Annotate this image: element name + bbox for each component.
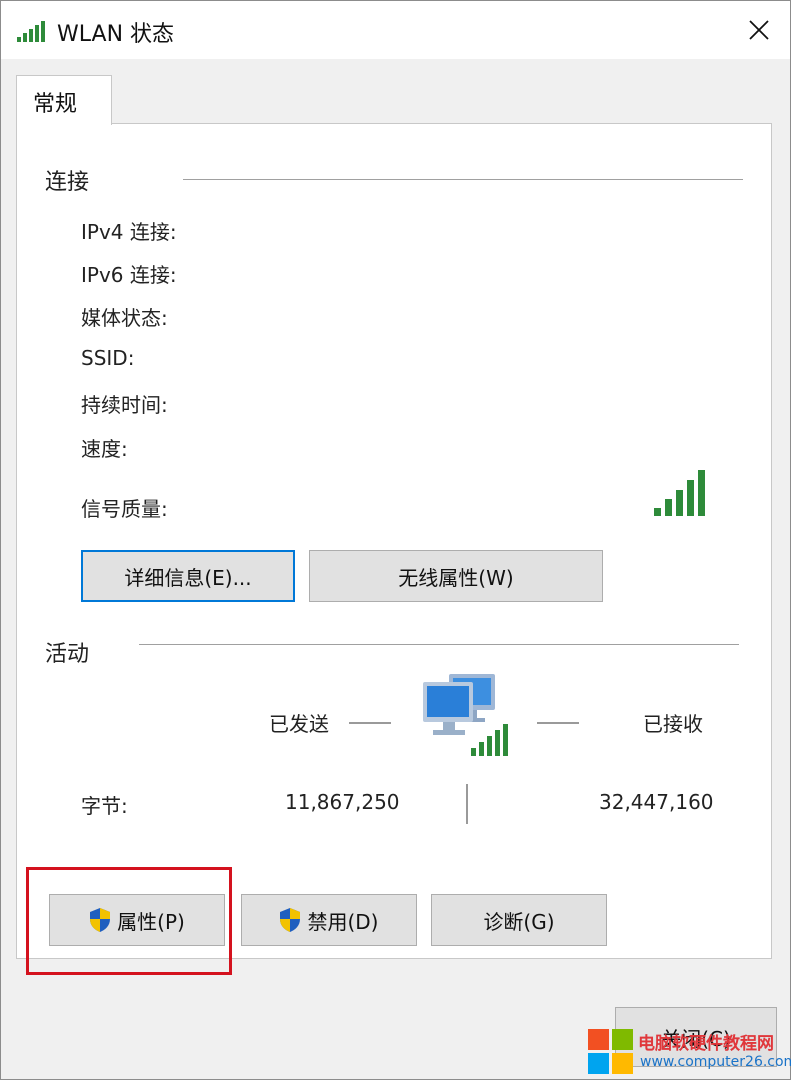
- disable-button[interactable]: 禁用(D): [241, 894, 417, 946]
- uac-shield-icon: [280, 908, 301, 932]
- disable-button-label: 禁用(D): [307, 909, 379, 934]
- diagnose-button[interactable]: 诊断(G): [431, 894, 607, 946]
- wifi-signal-icon: [17, 21, 45, 42]
- watermark: 电脑软硬件教程网 www.computer26.com: [588, 1023, 791, 1080]
- activity-divider: [139, 644, 739, 645]
- sent-label: 已发送: [269, 712, 329, 736]
- general-tab-panel: 连接 IPv4 连接: IPv6 连接: 媒体状态: SSID: 持续时间: 速…: [16, 123, 772, 959]
- signal-quality-label: 信号质量:: [81, 497, 168, 521]
- wireless-properties-button[interactable]: 无线属性(W): [309, 550, 603, 602]
- network-computers-icon: [423, 674, 508, 756]
- bytes-received-value: 32,447,160: [599, 790, 714, 814]
- bytes-label: 字节:: [81, 794, 128, 818]
- activity-section-title: 活动: [45, 642, 90, 667]
- watermark-url: www.computer26.com: [640, 1054, 791, 1070]
- window-close-button[interactable]: [736, 9, 782, 51]
- connection-section-title: 连接: [45, 170, 90, 195]
- connection-divider: [183, 179, 743, 180]
- speed-label: 速度:: [81, 437, 128, 461]
- windows-logo-icon: [588, 1029, 634, 1075]
- signal-strength-icon: [654, 470, 705, 516]
- received-label: 已接收: [643, 712, 703, 736]
- wlan-status-dialog: WLAN 状态 常规 连接 IPv4 连接: IPv6 连接: 媒体状态: SS…: [0, 0, 791, 1080]
- tab-general[interactable]: 常规: [16, 75, 112, 125]
- bytes-sent-value: 11,867,250: [285, 790, 400, 814]
- tab-general-label: 常规: [33, 92, 78, 117]
- duration-label: 持续时间:: [81, 393, 168, 417]
- media-state-label: 媒体状态:: [81, 306, 168, 330]
- sent-connector-line: [349, 722, 391, 724]
- title-bar: WLAN 状态: [1, 1, 790, 59]
- properties-highlight-box: [26, 867, 232, 975]
- ssid-label: SSID:: [81, 346, 135, 370]
- window-title: WLAN 状态: [57, 22, 175, 47]
- ipv4-label: IPv4 连接:: [81, 220, 177, 244]
- close-icon: [749, 20, 769, 40]
- details-button[interactable]: 详细信息(E)...: [81, 550, 295, 602]
- watermark-title: 电脑软硬件教程网: [638, 1034, 774, 1054]
- ipv6-label: IPv6 连接:: [81, 263, 177, 287]
- bytes-divider: [466, 784, 468, 824]
- received-connector-line: [537, 722, 579, 724]
